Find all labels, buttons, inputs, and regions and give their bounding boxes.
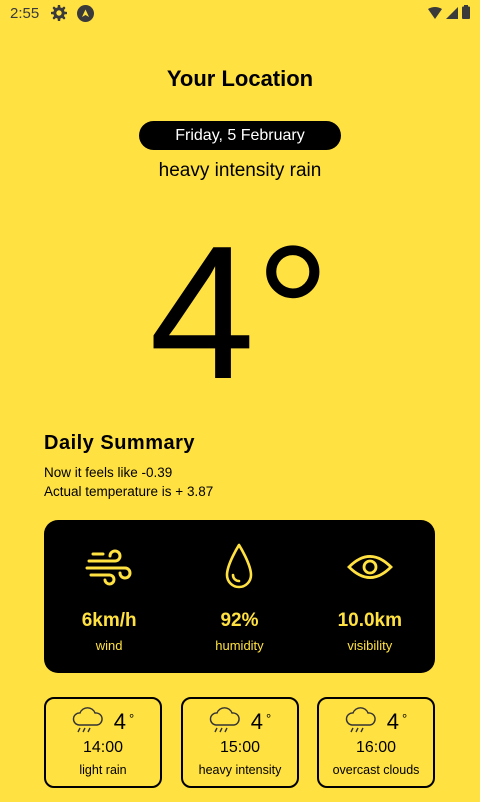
forecast-temp-value: 4 [250,709,264,734]
stat-wind: 6km/h wind [49,540,169,653]
stat-humidity: 92% humidity [179,540,299,653]
wifi-icon [428,6,442,23]
degree-symbol: ° [402,711,408,726]
status-bar: 2:55 [0,0,480,26]
rain-cloud-icon [72,705,104,740]
gear-icon [51,5,68,21]
forecast-temp: 4 ° [114,709,134,735]
forecast-time: 16:00 [355,739,397,756]
weather-condition: heavy intensity rain [158,160,322,181]
forecast-time: 14:00 [82,739,124,756]
rain-cloud-icon [345,705,377,740]
forecast-temp: 4 ° [387,709,407,735]
actual-temperature-text: Actual temperature is + 3.87 [44,484,214,499]
forecast-temp-value: 4 [386,709,400,734]
date-badge: Friday, 5 February [139,121,341,150]
visibility-label: visibility [347,638,393,653]
battery-icon [462,5,470,23]
degree-symbol: ° [129,711,135,726]
forecast-card[interactable]: 4 ° 14:00 light rain [44,697,162,788]
humidity-value: 92% [220,610,259,631]
feels-like-text: Now it feels like -0.39 [44,465,173,480]
forecast-temp: 4 ° [251,709,271,735]
wind-label: wind [95,638,123,653]
forecast-time: 15:00 [219,739,261,756]
current-temperature: 4° [149,207,331,419]
navigation-a-icon [77,4,95,22]
forecast-card[interactable]: 4 ° 16:00 overcast clouds [317,697,435,788]
water-drop-icon [223,540,255,594]
forecast-description: overcast clouds [332,763,420,777]
forecast-description: heavy intensity [198,763,282,777]
wind-icon [85,540,133,594]
status-icons [428,5,470,23]
degree-symbol: ° [266,711,272,726]
forecast-temp-value: 4 [113,709,127,734]
page-title: Your Location [166,66,314,91]
stat-visibility: 10.0km visibility [310,540,430,653]
forecast-card[interactable]: 4 ° 15:00 heavy intensity [181,697,299,788]
eye-icon [346,540,394,594]
stats-card: 6km/h wind 92% humidity 10.0km visibilit… [44,520,435,673]
wind-value: 6km/h [81,610,137,631]
rain-cloud-icon [209,705,241,740]
visibility-value: 10.0km [337,610,403,631]
summary-title: Daily Summary [44,432,196,454]
signal-icon [446,6,458,23]
humidity-label: humidity [215,638,264,653]
status-time: 2:55 [10,4,40,22]
forecast-description: light rain [79,763,127,777]
